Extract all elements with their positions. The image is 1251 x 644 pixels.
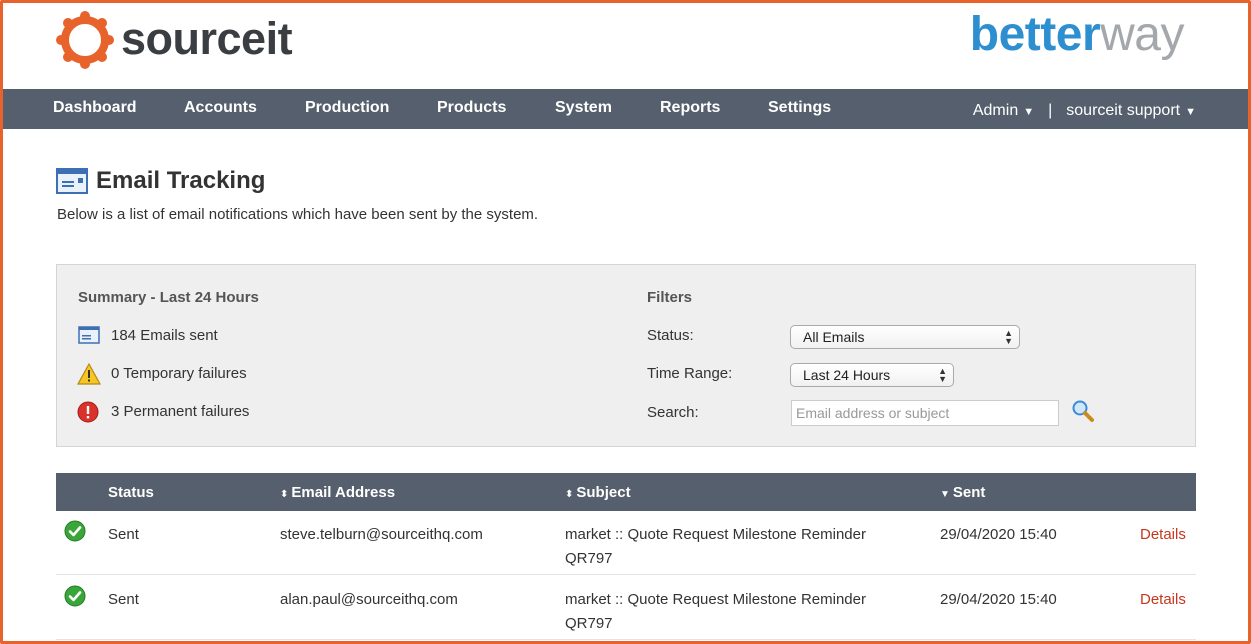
nav-user-menu: Admin ▼ | sourceit support ▼ xyxy=(973,102,1196,120)
permanent-failures-count: 3 Permanent failures xyxy=(111,403,250,420)
brand-name: sourceit xyxy=(121,13,293,64)
column-email-address-label: Email Address xyxy=(291,484,396,501)
table-row: Sent alan.paul@sourceithq.com market :: … xyxy=(56,576,1196,640)
success-check-icon xyxy=(64,520,86,542)
filters-heading: Filters xyxy=(647,289,693,306)
row-email: alan.paul@sourceithq.com xyxy=(280,591,458,608)
row-sent-time: 29/04/2020 15:40 xyxy=(940,591,1057,608)
error-icon xyxy=(77,401,99,423)
sort-icon: ⬍ xyxy=(280,489,289,500)
nav-reports[interactable]: Reports xyxy=(660,99,720,117)
chevron-down-icon: ▼ xyxy=(1023,106,1035,118)
nav-products[interactable]: Products xyxy=(437,99,506,117)
page-description: Below is a list of email notifications w… xyxy=(57,206,539,223)
nav-production[interactable]: Production xyxy=(305,99,389,117)
details-link[interactable]: Details xyxy=(1140,523,1186,547)
email-icon xyxy=(56,168,88,194)
email-table-header: Status ⬍ Email Address ⬍ Subject ▼ Sent xyxy=(56,473,1196,511)
row-sent-time: 29/04/2020 15:40 xyxy=(940,526,1057,543)
column-status: Status xyxy=(108,484,154,501)
column-subject-label: Subject xyxy=(576,484,631,501)
nav-separator: | xyxy=(1048,102,1053,119)
partner-logo-part-1: better xyxy=(969,8,1101,61)
nav-settings[interactable]: Settings xyxy=(768,99,831,117)
status-select[interactable]: All Emails ▲ ▼ xyxy=(790,325,1020,349)
select-arrows-icon: ▲ ▼ xyxy=(938,366,947,384)
temporary-failures-count: 0 Temporary failures xyxy=(111,365,247,382)
details-link[interactable]: Details xyxy=(1140,588,1186,612)
sourceit-logo[interactable]: sourceit xyxy=(55,10,293,70)
time-range-select-value: Last 24 Hours xyxy=(803,367,891,383)
email-sent-icon xyxy=(78,326,100,344)
select-arrows-icon: ▲ ▼ xyxy=(1004,328,1013,346)
table-row: Sent steve.telburn@sourceithq.com market… xyxy=(56,511,1196,575)
nav-dashboard[interactable]: Dashboard xyxy=(53,99,137,117)
time-range-select[interactable]: Last 24 Hours ▲ ▼ xyxy=(790,363,954,387)
admin-menu-label: Admin xyxy=(972,102,1019,119)
column-email-address[interactable]: ⬍ Email Address xyxy=(280,484,395,501)
summary-filters-panel: Summary - Last 24 Hours 184 Emails sent … xyxy=(56,264,1196,447)
main-nav: Dashboard Accounts Production Products S… xyxy=(3,89,1248,129)
emails-sent-count: 184 Emails sent xyxy=(111,327,218,344)
column-sent[interactable]: ▼ Sent xyxy=(940,484,985,501)
search-label: Search: xyxy=(647,404,699,421)
chevron-down-icon: ▼ xyxy=(1185,106,1196,118)
app-frame: sourceit betterway Dashboard Accounts Pr… xyxy=(0,0,1251,644)
nav-system[interactable]: System xyxy=(555,99,612,117)
column-sent-label: Sent xyxy=(952,484,986,501)
column-subject[interactable]: ⬍ Subject xyxy=(565,484,631,501)
page-header: Email Tracking xyxy=(56,167,265,195)
row-subject: market :: Quote Request Milestone Remind… xyxy=(565,591,866,632)
sort-icon: ⬍ xyxy=(565,489,574,500)
betterway-logo: betterway xyxy=(969,7,1185,62)
success-check-icon xyxy=(64,585,86,607)
row-status: Sent xyxy=(108,526,139,543)
row-subject: market :: Quote Request Milestone Remind… xyxy=(565,526,866,567)
search-input[interactable] xyxy=(791,400,1059,426)
nav-accounts[interactable]: Accounts xyxy=(184,99,257,117)
admin-menu[interactable]: Admin ▼ xyxy=(973,102,1034,120)
status-filter-label: Status: xyxy=(647,327,694,344)
user-menu-label: sourceit support xyxy=(1066,102,1181,119)
search-icon[interactable] xyxy=(1071,399,1095,423)
summary-heading: Summary - Last 24 Hours xyxy=(78,289,259,306)
status-select-value: All Emails xyxy=(803,329,865,345)
partner-logo-part-2: way xyxy=(1100,8,1184,61)
row-status: Sent xyxy=(108,591,139,608)
row-email: steve.telburn@sourceithq.com xyxy=(280,526,483,543)
sourceit-logo-icon xyxy=(56,11,114,69)
sort-desc-icon: ▼ xyxy=(940,489,950,500)
user-menu[interactable]: sourceit support ▼ xyxy=(1066,102,1196,120)
warning-icon xyxy=(77,363,101,385)
time-range-label: Time Range: xyxy=(647,365,733,382)
page-title: Email Tracking xyxy=(96,167,266,194)
